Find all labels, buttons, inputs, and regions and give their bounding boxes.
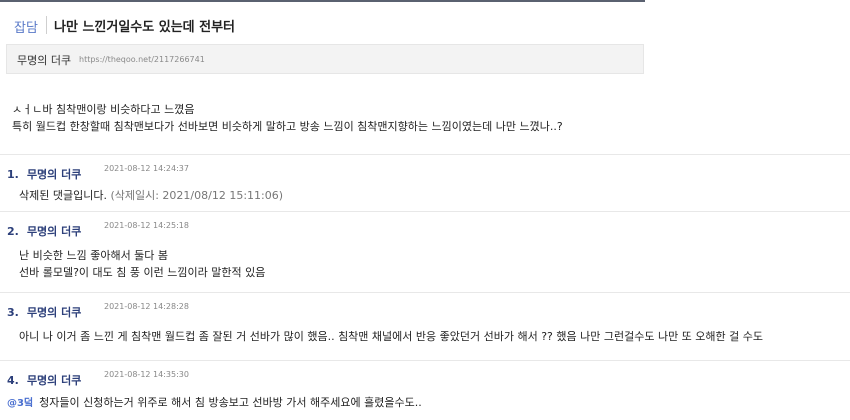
comment-number: 4. xyxy=(7,374,19,387)
comment-line: 난 비슷한 느낌 좋아해서 둘다 봄 xyxy=(19,249,169,262)
comment-item: 1. 무명의 더쿠 2021-08-12 14:24:37 삭제된 댓글입니다.… xyxy=(0,154,850,211)
comment-date: 2021-08-12 14:35:30 xyxy=(104,370,189,379)
comment-author: 무명의 더쿠 xyxy=(26,306,82,319)
comment-number: 3. xyxy=(7,306,19,319)
comment-date: 2021-08-12 14:24:37 xyxy=(104,164,189,173)
comment-text: 난 비슷한 느낌 좋아해서 둘다 봄 선바 롤모델?이 대도 침 풍 이런 느낌… xyxy=(19,247,265,281)
post-url-link[interactable]: https://theqoo.net/2117266741 xyxy=(79,55,205,64)
comment-header: 3. 무명의 더쿠 2021-08-12 14:28:28 xyxy=(7,301,189,319)
comment-text: 삭제된 댓글입니다. (삭제일시: 2021/08/12 15:11:06) xyxy=(19,187,283,204)
post-title: 나만 느낀거일수도 있는데 전부터 xyxy=(54,20,236,35)
comment-number: 1. xyxy=(7,168,19,181)
comment-line: 선바 롤모델?이 대도 침 풍 이런 느낌이라 말한적 있음 xyxy=(19,266,266,279)
deleted-timestamp: (삭제일시: 2021/08/12 15:11:06) xyxy=(110,189,284,202)
comment-line: 삭제된 댓글입니다. xyxy=(19,189,107,202)
header-divider xyxy=(46,16,47,34)
comment-item: 4. 무명의 더쿠 2021-08-12 14:35:30 @3덬 청자들이 신청… xyxy=(0,360,850,420)
comment-number: 2. xyxy=(7,225,19,238)
comment-item: 3. 무명의 더쿠 2021-08-12 14:28:28 아니 나 이거 좀 … xyxy=(0,292,850,351)
comment-author: 무명의 더쿠 xyxy=(26,168,82,181)
post-body-line: 특히 월드컵 한창할때 침착맨보다가 선바보면 비슷하게 말하고 방송 느낌이 … xyxy=(12,120,563,133)
post-header: 잡담 나만 느낀거일수도 있는데 전부터 xyxy=(6,14,649,40)
post-body-line: ㅅㅓㄴ바 침착맨이랑 비슷하다고 느꼈음 xyxy=(12,103,195,116)
comment-header: 1. 무명의 더쿠 2021-08-12 14:24:37 xyxy=(7,163,189,181)
comment-header: 4. 무명의 더쿠 2021-08-12 14:35:30 xyxy=(7,369,189,387)
comment-line: 아니 나 이거 좀 느낀 게 침착맨 월드컵 좀 잘된 거 선바가 많이 했음.… xyxy=(19,330,764,343)
comment-item: 2. 무명의 더쿠 2021-08-12 14:25:18 난 비슷한 느낌 좋… xyxy=(0,211,850,290)
comment-header: 2. 무명의 더쿠 2021-08-12 14:25:18 xyxy=(7,220,189,238)
reply-mention-link[interactable]: @3덬 xyxy=(7,395,33,412)
post-author: 무명의 더쿠 xyxy=(17,54,72,67)
comment-date: 2021-08-12 14:28:28 xyxy=(104,302,189,311)
comment-author: 무명의 더쿠 xyxy=(26,225,82,238)
post-meta-bar: 무명의 더쿠 https://theqoo.net/2117266741 xyxy=(6,44,644,74)
comment-line: 청자들이 신청하는거 위주로 해서 침 방송보고 선바방 가서 해주세요에 흘렸… xyxy=(39,396,422,409)
comment-text: 아니 나 이거 좀 느낀 게 침착맨 월드컵 좀 잘된 거 선바가 많이 했음.… xyxy=(19,328,763,345)
comment-date: 2021-08-12 14:25:18 xyxy=(104,221,189,230)
post-category[interactable]: 잡담 xyxy=(14,17,38,36)
comment-author: 무명의 더쿠 xyxy=(26,374,82,387)
top-border xyxy=(0,0,645,2)
post-body: ㅅㅓㄴ바 침착맨이랑 비슷하다고 느꼈음 특히 월드컵 한창할때 침착맨보다가 … xyxy=(12,101,563,135)
comment-text: @3덬 청자들이 신청하는거 위주로 해서 침 방송보고 선바방 가서 해주세요에… xyxy=(7,394,422,412)
